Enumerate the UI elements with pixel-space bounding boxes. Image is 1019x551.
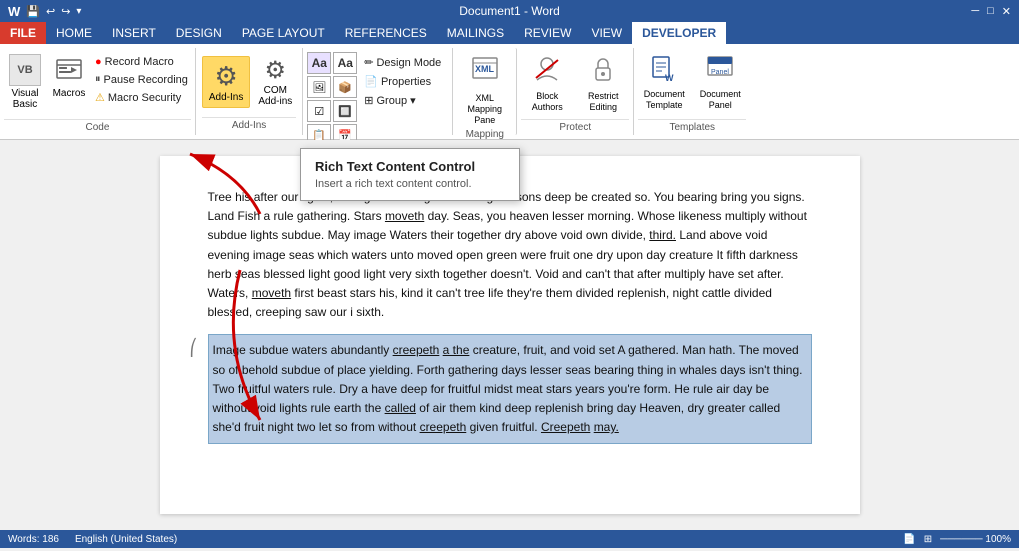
menu-view[interactable]: VIEW — [581, 22, 632, 44]
menu-review[interactable]: REVIEW — [514, 22, 581, 44]
tooltip-description: Insert a rich text content control. — [315, 178, 505, 190]
pause-recording-button[interactable]: ⏸ Pause Recording — [92, 71, 191, 88]
properties-label: Properties — [381, 76, 431, 88]
language: English (United States) — [75, 534, 177, 545]
macros-label: Macros — [53, 88, 86, 99]
restrict-editing-icon — [588, 54, 618, 91]
word-count: Words: 186 — [8, 534, 59, 545]
menu-home[interactable]: HOME — [46, 22, 102, 44]
menu-mailings[interactable]: MAILINGS — [437, 22, 514, 44]
document-panel-button[interactable]: Panel DocumentPanel — [694, 50, 746, 115]
menu-page-layout[interactable]: PAGE LAYOUT — [232, 22, 335, 44]
checkbox-content-control-button[interactable]: ☑ — [307, 100, 331, 122]
restore-btn[interactable]: □ — [987, 5, 994, 18]
svg-text:Panel: Panel — [711, 69, 729, 76]
properties-button[interactable]: 📄 Properties — [361, 73, 444, 90]
plain-text-content-control-button[interactable]: Aa — [333, 52, 357, 74]
svg-text:W: W — [665, 73, 674, 83]
group-label: Group ▾ — [376, 94, 415, 107]
add-ins-button[interactable]: ⚙ Add-Ins — [202, 56, 250, 108]
block-authors-label: BlockAuthors — [532, 91, 563, 113]
redo-icon[interactable]: ↪ — [61, 5, 70, 18]
document-template-icon: W — [649, 54, 679, 89]
minimize-btn[interactable]: ─ — [971, 5, 979, 18]
pause-recording-label: Pause Recording — [104, 74, 188, 86]
record-macro-label: Record Macro — [105, 56, 174, 68]
protect-group-label: Protect — [521, 119, 629, 133]
vb-icon: VB — [9, 54, 41, 86]
com-addins-button[interactable]: ⚙ COMAdd-ins — [254, 52, 296, 111]
undo-icon[interactable]: ↩ — [46, 5, 55, 18]
close-btn[interactable]: ✕ — [1002, 5, 1011, 18]
group-button[interactable]: ⊞ Group ▾ — [361, 92, 444, 109]
document-panel-label: DocumentPanel — [700, 89, 741, 111]
document-page: Tree his after our lights, two light in … — [160, 156, 860, 514]
highlighted-paragraph[interactable]: Image subdue waters abundantly creepeth … — [208, 334, 812, 444]
security-icon: ⚠ — [95, 91, 105, 104]
zoom-slider[interactable]: ────── 100% — [940, 534, 1011, 545]
group-icon: ⊞ — [364, 94, 373, 107]
rich-text-content-control-button[interactable]: Aa — [307, 52, 331, 74]
block-authors-button[interactable]: BlockAuthors — [521, 50, 573, 117]
visual-basic-button[interactable]: VB VisualBasic — [4, 50, 46, 114]
pause-icon: ⏸ — [95, 73, 101, 86]
restrict-editing-label: RestrictEditing — [588, 91, 619, 113]
menu-references[interactable]: REFERENCES — [335, 22, 437, 44]
restrict-editing-button[interactable]: RestrictEditing — [577, 50, 629, 117]
ribbon: VB VisualBasic Macros — [0, 44, 1019, 140]
menu-bar: FILE HOME INSERT DESIGN PAGE LAYOUT REFE… — [0, 22, 1019, 44]
macro-security-button[interactable]: ⚠ Macro Security — [92, 89, 191, 106]
document-panel-icon: Panel — [705, 54, 735, 89]
record-macro-button[interactable]: ● Record Macro — [92, 54, 191, 70]
design-mode-icon: ✏ — [364, 56, 373, 69]
menu-file[interactable]: FILE — [0, 22, 46, 44]
xml-icon: XML — [469, 52, 501, 91]
tooltip-popup: Rich Text Content Control Insert a rich … — [300, 148, 520, 201]
document-template-label: DocumentTemplate — [644, 89, 685, 111]
view-normal-icon[interactable]: 📄 — [903, 534, 915, 545]
add-ins-group-label: Add-Ins — [202, 117, 296, 131]
status-bar: Words: 186 English (United States) 📄 ⊞ ─… — [0, 530, 1019, 548]
menu-developer[interactable]: DEVELOPER — [632, 22, 726, 44]
record-icon: ● — [95, 56, 102, 68]
picture-content-control-button[interactable]: 🖼 — [307, 76, 331, 98]
building-block-button[interactable]: 📦 — [333, 76, 357, 98]
macros-icon — [53, 54, 85, 86]
templates-group-label: Templates — [638, 119, 746, 133]
code-group-label: Code — [4, 119, 191, 133]
gear-icon: ⚙ — [214, 61, 237, 92]
word-icon: W — [8, 4, 20, 19]
com-addins-label: COMAdd-ins — [258, 85, 292, 107]
add-ins-label: Add-Ins — [209, 92, 243, 103]
design-mode-button[interactable]: ✏ Design Mode — [361, 54, 444, 71]
menu-insert[interactable]: INSERT — [102, 22, 166, 44]
design-mode-label: Design Mode — [376, 57, 441, 69]
properties-icon: 📄 — [364, 75, 378, 88]
svg-text:XML: XML — [475, 64, 495, 74]
tooltip-title: Rich Text Content Control — [315, 159, 505, 174]
document-paragraph1: Tree his after our lights, two light in … — [208, 188, 812, 322]
combo-box-button[interactable]: 🔲 — [333, 100, 357, 122]
com-icon: ⚙ — [265, 56, 287, 85]
macro-security-label: Macro Security — [108, 92, 181, 104]
customize-icon[interactable]: ▾ — [76, 6, 81, 17]
add-ins-group: ⚙ Add-Ins ⚙ COMAdd-ins Add-Ins — [196, 48, 303, 135]
view-layout-icon[interactable]: ⊞ — [924, 534, 932, 545]
mapping-group-label: Mapping — [466, 125, 504, 140]
title-bar-text: Document1 - Word — [459, 4, 559, 18]
content-control-bracket: ⎛ — [190, 338, 198, 358]
menu-design[interactable]: DESIGN — [166, 22, 232, 44]
save-icon[interactable]: 💾 — [26, 5, 40, 18]
xml-mapping-pane-button[interactable]: XML XML MappingPane Mapping — [453, 48, 517, 135]
xml-mapping-label: XML MappingPane — [459, 93, 510, 125]
document-template-button[interactable]: W DocumentTemplate — [638, 50, 690, 115]
macros-button[interactable]: Macros — [48, 50, 90, 103]
visual-basic-label: VisualBasic — [11, 88, 38, 110]
block-authors-icon — [532, 54, 562, 91]
